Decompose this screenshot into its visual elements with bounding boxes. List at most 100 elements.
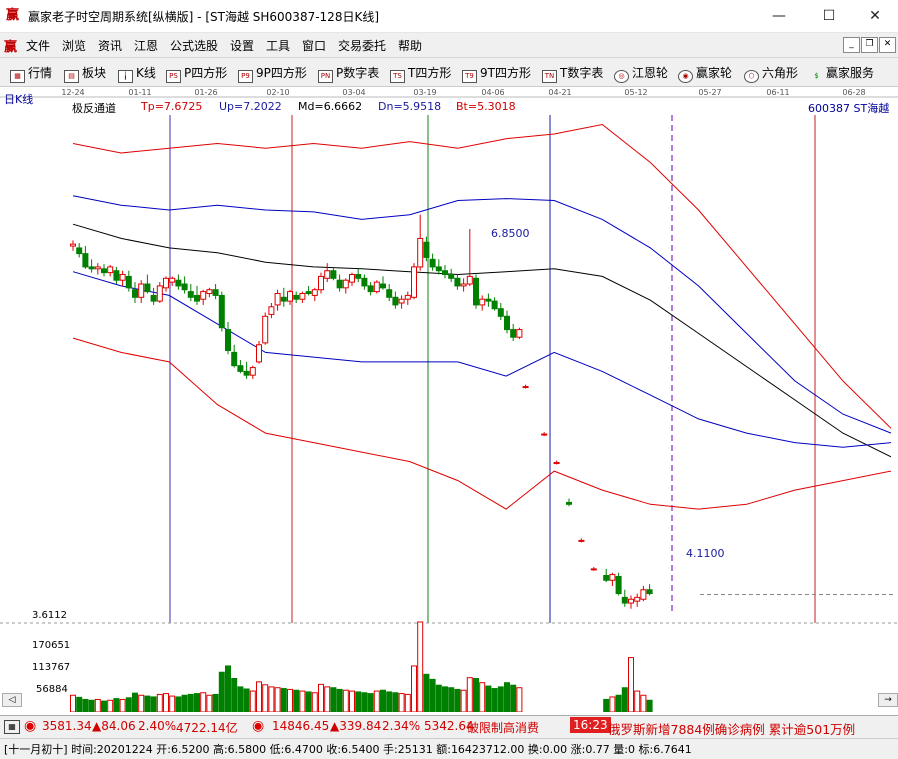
scroll-right-button[interactable]: →: [878, 693, 898, 707]
toolbar-quotes-button[interactable]: ▦ 行情: [10, 64, 52, 83]
volume-bar: [417, 621, 424, 712]
candle-body: [138, 283, 145, 298]
toolbar-9p-square-button[interactable]: P9 9P四方形: [238, 64, 307, 83]
menu-window[interactable]: 窗口: [302, 37, 326, 54]
volume-bar: [516, 687, 523, 712]
menu-help[interactable]: 帮助: [398, 37, 422, 54]
toolbar-label: T数字表: [560, 66, 604, 80]
indicator-up: Up=7.2022: [219, 100, 282, 113]
date-tick-label: 04-06: [481, 88, 504, 97]
volume-bar: [200, 692, 207, 712]
menu-info[interactable]: 资讯: [98, 37, 122, 54]
candle-body: [94, 266, 101, 270]
volume-bar: [392, 692, 399, 712]
toolbar-kline-button[interactable]: ╽ K线: [118, 64, 156, 83]
candle-body: [473, 277, 479, 306]
candle-body: [485, 298, 492, 302]
toolbar-hexagon-button[interactable]: ⬡ 六角形: [744, 64, 798, 83]
volume-bar: [497, 686, 504, 712]
news-ticker[interactable]: 俄罗斯新增7884例确诊病例 累计逾501万例: [608, 719, 855, 738]
volume-bar: [380, 689, 386, 712]
menu-formula-select[interactable]: 公式选股: [170, 37, 218, 54]
menu-settings[interactable]: 设置: [230, 37, 254, 54]
toolbar-service-button[interactable]: $ 赢家服务: [810, 64, 874, 82]
maximize-button[interactable]: ☐: [806, 4, 852, 28]
volume-bar: [113, 698, 120, 712]
t9-icon: T9: [462, 70, 477, 83]
candle-body: [249, 367, 256, 376]
volume-bar: [460, 689, 467, 712]
shenzhen-index-icon: ◉: [252, 718, 265, 734]
volume-bar: [274, 687, 281, 712]
candle-body: [466, 275, 473, 285]
scroll-left-button[interactable]: ◁: [2, 693, 22, 707]
market-status-bar: ▦ ◉ 3581.34 ▲84.06 2.40% 4722.14亿 ◉ 1484…: [0, 715, 898, 738]
title-bar: 赢 赢家老子时空周期系统[纵横版] - [ST海越 SH600387-128日K…: [0, 0, 898, 33]
volume-bar: [218, 671, 225, 712]
date-tick-label: 06-28: [842, 88, 865, 97]
candle-body: [88, 266, 95, 270]
shanghai-index-change: ▲84.06: [92, 719, 136, 733]
mdi-restore-button[interactable]: ❐: [861, 37, 878, 53]
volume-bar: [466, 677, 473, 712]
chart-area[interactable]: 12-24 01-11 01-26 02-10 03-04 03-19 04-06 04-21…: [0, 87, 898, 712]
news-ticker-prefix[interactable]: 破限制高消费: [467, 719, 539, 736]
candle-body: [361, 277, 368, 287]
shenzhen-index-change: ▲339.84: [330, 719, 382, 733]
volume-bar: [293, 689, 300, 712]
volume-bar: [454, 688, 461, 712]
toolbar-sector-button[interactable]: ▤ 板块: [64, 64, 106, 83]
shenzhen-index-pct: 2.34%: [382, 719, 421, 733]
candle-body: [460, 283, 467, 287]
volume-bar: [640, 694, 647, 712]
volume-bar: [144, 695, 151, 712]
grid-icon[interactable]: ▦: [4, 720, 20, 734]
candlestick-icon: ╽: [118, 70, 133, 83]
candle-body: [70, 243, 76, 247]
minimize-button[interactable]: —: [756, 4, 802, 28]
candle-body: [268, 306, 275, 315]
date-tick-label: 05-27: [698, 88, 721, 97]
candle-body: [101, 268, 107, 274]
menu-trade[interactable]: 交易委托: [338, 37, 386, 54]
mdi-minimize-button[interactable]: _: [843, 37, 860, 53]
volume-bar: [70, 694, 76, 712]
volume-bar: [82, 698, 89, 712]
menu-file[interactable]: 文件: [26, 37, 50, 54]
toolbar-t-square-button[interactable]: TS T四方形: [390, 64, 451, 83]
toolbar-t-table-button[interactable]: TN T数字表: [542, 64, 603, 83]
pn-icon: PN: [318, 70, 333, 83]
candle-body: [169, 277, 176, 283]
kline-chart[interactable]: 12-24 01-11 01-26 02-10 03-04 03-19 04-06 04-21…: [0, 87, 898, 712]
date-tick-label: 03-04: [342, 88, 365, 97]
menu-browse[interactable]: 浏览: [62, 37, 86, 54]
volume-bar: [398, 693, 405, 712]
volume-bar: [646, 699, 653, 712]
low-annotation: 4.1100: [686, 547, 725, 560]
toolbar-p-table-button[interactable]: PN P数字表: [318, 64, 379, 83]
volume-bar: [125, 697, 132, 712]
indicator-bt: Bt=5.3018: [456, 100, 516, 113]
toolbar-label: 六角形: [762, 66, 799, 80]
p9-icon: P9: [238, 70, 253, 83]
sector-icon: ▤: [64, 70, 79, 83]
menu-gann[interactable]: 江恩: [134, 37, 158, 54]
volume-bar: [187, 693, 194, 712]
volume-bar: [225, 665, 231, 712]
close-button[interactable]: ✕: [852, 4, 898, 28]
toolbar-p-square-button[interactable]: PS P四方形: [166, 64, 227, 83]
candle-body: [113, 270, 120, 281]
volume-bar: [373, 690, 380, 712]
mdi-close-button[interactable]: ✕: [879, 37, 896, 53]
volume-bar: [249, 690, 256, 712]
toolbar-winner-wheel-button[interactable]: ◉ 赢家轮: [678, 64, 732, 83]
volume-bar: [101, 700, 107, 712]
gann-wheel-icon: ◎: [614, 70, 629, 83]
menu-tools[interactable]: 工具: [266, 37, 290, 54]
toolbar-gann-wheel-button[interactable]: ◎ 江恩轮: [614, 64, 668, 83]
candle-body: [386, 289, 393, 298]
volume-bar: [256, 681, 262, 712]
volume-bar: [324, 686, 331, 712]
volume-bar: [94, 698, 101, 712]
toolbar-9t-square-button[interactable]: T9 9T四方形: [462, 64, 531, 83]
